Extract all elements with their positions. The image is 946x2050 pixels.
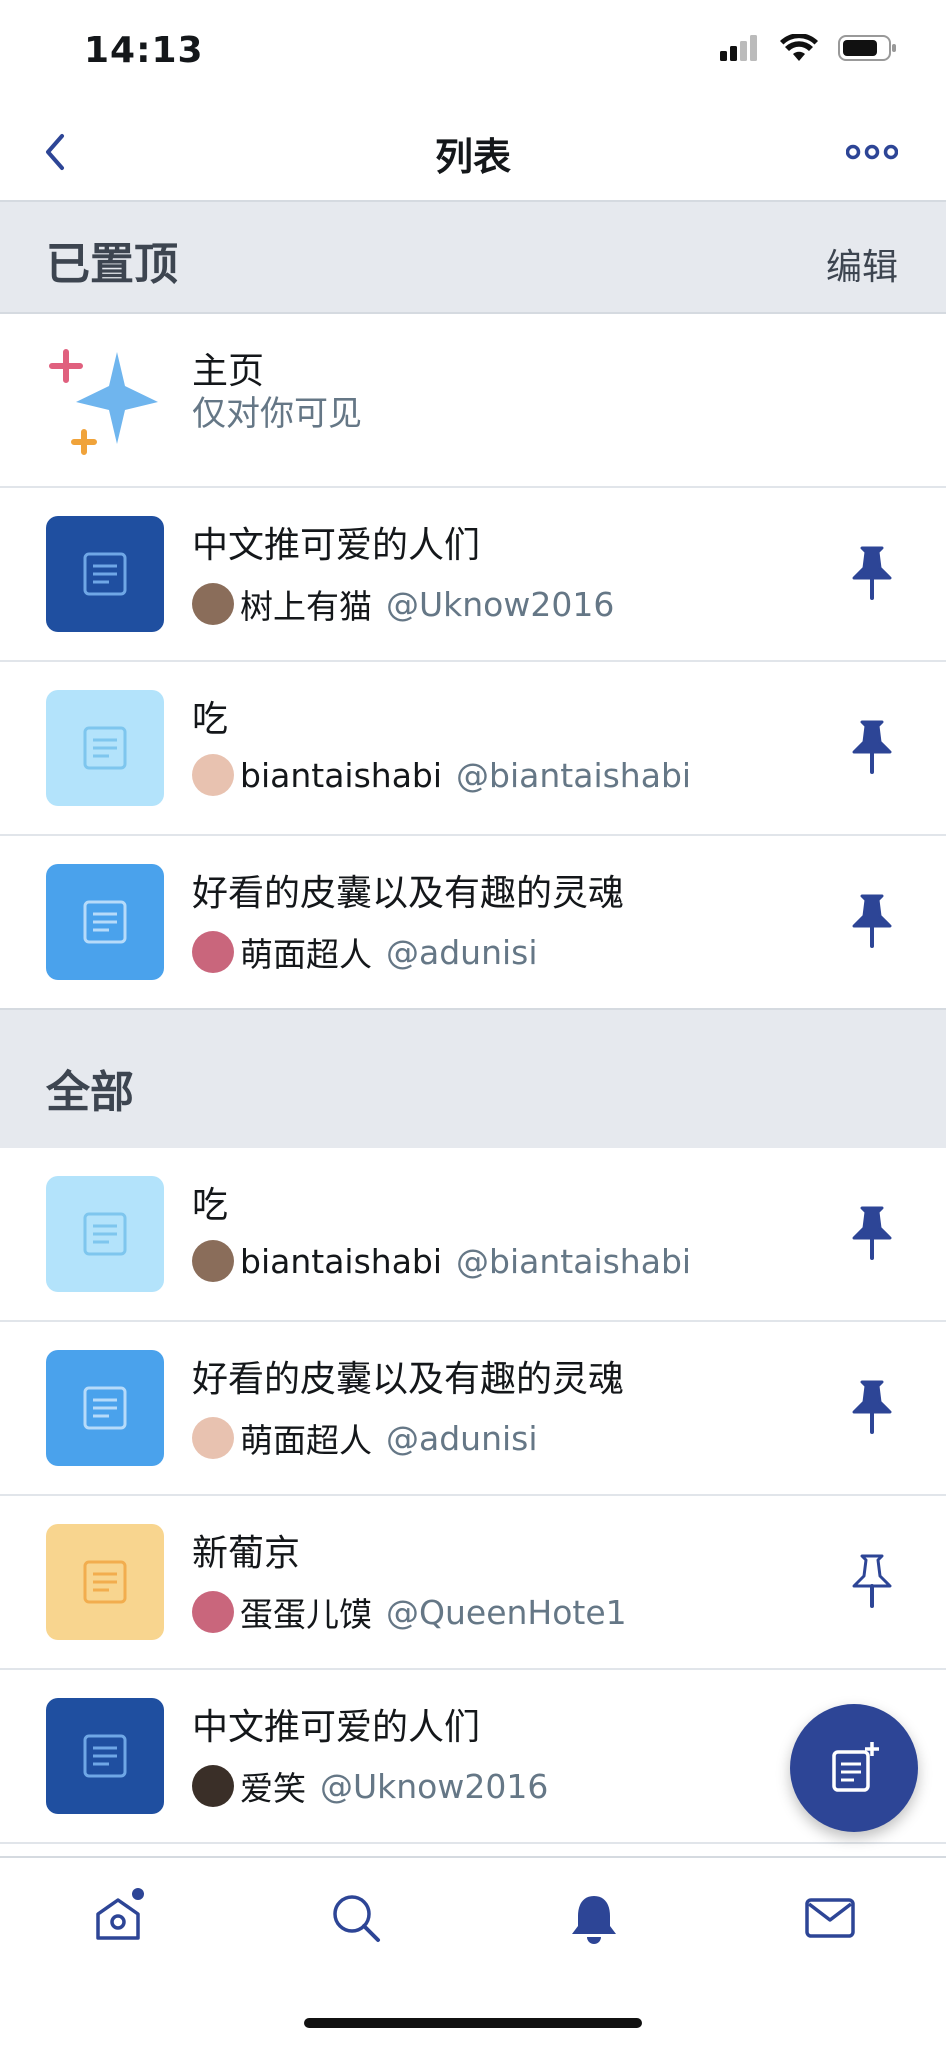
pin-filled-icon[interactable] (848, 1378, 896, 1436)
avatar (192, 931, 234, 973)
avatar (192, 1240, 234, 1282)
list-name: 好看的皮囊以及有趣的灵魂 (192, 873, 625, 914)
list-name: 吃 (192, 1185, 229, 1226)
avatar (192, 1765, 234, 1807)
list-owner: biantaishabi @biantaishabi (192, 754, 691, 796)
list-owner: 树上有猫 @Uknow2016 (192, 580, 614, 628)
mail-icon[interactable] (800, 1888, 860, 1948)
list-icon (83, 1560, 127, 1604)
list-name: 中文推可爱的人们 (192, 1707, 481, 1748)
list-row[interactable]: 中文推可爱的人们树上有猫 @Uknow2016 (0, 488, 946, 662)
pin-filled-icon[interactable] (848, 1204, 896, 1262)
list-thumbnail (46, 1176, 164, 1292)
pinned-section-title: 已置顶 (46, 239, 178, 290)
owner-name: 萌面超人 (240, 1421, 372, 1460)
owner-handle: @biantaishabi (456, 755, 692, 795)
page-title: 列表 (434, 135, 511, 179)
cellular-signal-icon (720, 35, 757, 61)
wifi-icon (780, 34, 818, 61)
all-section-title: 全部 (46, 1067, 134, 1118)
new-list-button[interactable] (790, 1704, 918, 1832)
list-icon (83, 1734, 127, 1778)
owner-handle: @adunisi (386, 932, 538, 972)
list-name: 吃 (192, 699, 229, 740)
list-icon (83, 726, 127, 770)
edit-button[interactable]: 编辑 (826, 238, 898, 290)
owner-name: 爱笑 (240, 1769, 306, 1808)
avatar (192, 754, 234, 796)
owner-handle: @Uknow2016 (320, 1766, 549, 1806)
owner-handle: @Uknow2016 (386, 584, 615, 624)
list-thumbnail (46, 1524, 164, 1640)
list-icon (83, 552, 127, 596)
list-row[interactable]: 新葡京蛋蛋儿馍 @QueenHote1 (0, 1496, 946, 1670)
list-name: 好看的皮囊以及有趣的灵魂 (192, 1359, 625, 1400)
list-owner: 爱笑 @Uknow2016 (192, 1762, 548, 1810)
home-subtitle: 仅对你可见 (192, 394, 362, 434)
owner-name: biantaishabi (240, 1241, 443, 1281)
avatar (192, 583, 234, 625)
owner-name: 萌面超人 (240, 935, 372, 974)
pinned-section-header: 已置顶 编辑 (0, 202, 946, 314)
status-icons (720, 34, 898, 62)
list-row[interactable]: 吃 biantaishabi @biantaishabi (0, 1148, 946, 1322)
list-thumbnail (46, 516, 164, 632)
home-icon[interactable] (88, 1888, 148, 1948)
list-row[interactable]: 吃 biantaishabi @biantaishabi (0, 662, 946, 836)
owner-handle: @biantaishabi (456, 1241, 692, 1281)
list-name: 中文推可爱的人们 (192, 525, 481, 566)
bell-icon[interactable] (564, 1888, 624, 1948)
pin-filled-icon[interactable] (848, 544, 896, 602)
list-row[interactable]: 好看的皮囊以及有趣的灵魂萌面超人 @adunisi (0, 836, 946, 1010)
list-owner: 萌面超人 @adunisi (192, 1414, 538, 1462)
owner-name: 蛋蛋儿馍 (240, 1595, 372, 1634)
home-indicator[interactable] (304, 2018, 642, 2028)
list-owner: 蛋蛋儿馍 @QueenHote1 (192, 1588, 627, 1636)
list-thumbnail (46, 690, 164, 806)
list-owner: 萌面超人 @adunisi (192, 928, 538, 976)
sparkle-icon (49, 349, 158, 455)
list-row[interactable]: 好看的皮囊以及有趣的灵魂萌面超人 @adunisi (0, 1322, 946, 1496)
owner-name: biantaishabi (240, 755, 443, 795)
status-time: 14:13 (84, 30, 204, 71)
more-options-icon[interactable] (846, 140, 898, 164)
owner-handle: @QueenHote1 (386, 1592, 627, 1632)
avatar (192, 1417, 234, 1459)
list-icon (83, 1212, 127, 1256)
list-thumbnail (46, 1350, 164, 1466)
navigation-bar: 列表 (0, 104, 946, 202)
pin-outline-icon[interactable] (848, 1552, 896, 1610)
pin-filled-icon[interactable] (848, 892, 896, 950)
search-icon[interactable] (326, 1888, 386, 1948)
list-name: 新葡京 (192, 1533, 301, 1574)
avatar (192, 1591, 234, 1633)
battery-icon (838, 35, 896, 61)
all-section-header: 全部 (0, 1008, 946, 1150)
pin-filled-icon[interactable] (848, 718, 896, 776)
owner-handle: @adunisi (386, 1418, 538, 1458)
home-timeline-row[interactable]: 主页 仅对你可见 (0, 312, 946, 488)
compose-list-icon (832, 1742, 879, 1792)
status-bar: 14:13 (0, 0, 946, 104)
list-thumbnail (46, 1698, 164, 1814)
list-icon (83, 900, 127, 944)
list-owner: biantaishabi @biantaishabi (192, 1240, 691, 1282)
owner-name: 树上有猫 (240, 587, 372, 626)
list-thumbnail (46, 864, 164, 980)
list-icon (83, 1386, 127, 1430)
